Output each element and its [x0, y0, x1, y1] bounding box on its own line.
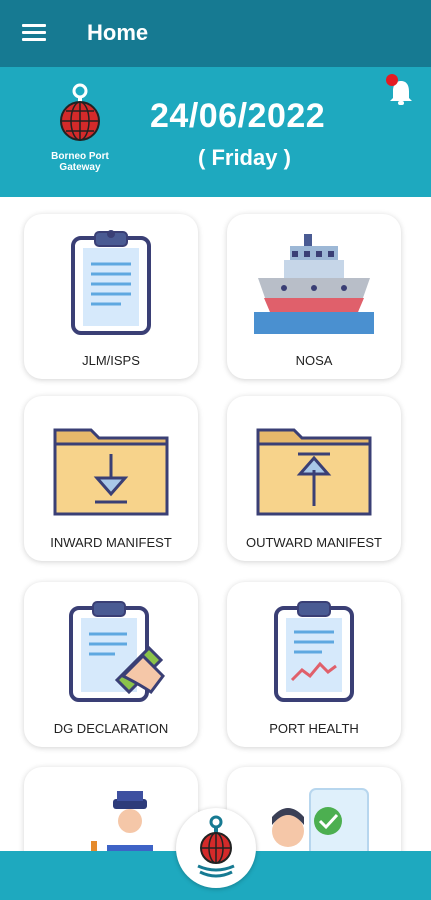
- tile-outward-manifest[interactable]: OUTWARD MANIFEST: [227, 396, 401, 561]
- approval-checklist-icon: [272, 788, 369, 851]
- page-title: Home: [87, 20, 149, 45]
- globe-anchor-icon: [60, 83, 100, 141]
- app-bar: Home: [0, 0, 431, 67]
- notification-button[interactable]: [386, 72, 416, 108]
- current-date: 24/06/2022: [150, 97, 326, 135]
- home-logo-button[interactable]: [176, 808, 256, 888]
- tile-jlm-isps[interactable]: JLM/ISPS: [24, 214, 198, 379]
- header-banner: Borneo Port Gateway 24/06/2022 ( Friday …: [0, 67, 431, 197]
- tile-officer[interactable]: [24, 767, 198, 851]
- tile-port-health[interactable]: PORT HEALTH: [227, 582, 401, 747]
- logo-text-line2: Gateway: [59, 162, 101, 173]
- tile-label: DG DECLARATION: [53, 721, 169, 736]
- folder-download-icon: [53, 428, 169, 516]
- logo-text-line1: Borneo Port: [51, 151, 109, 162]
- clipboard-edit-icon: [69, 601, 165, 702]
- folder-upload-icon: [256, 428, 372, 516]
- bell-icon: [386, 74, 412, 105]
- port-logo: Borneo Port Gateway: [40, 81, 120, 181]
- tile-nosa[interactable]: NOSA: [227, 214, 401, 379]
- hamburger-menu-icon[interactable]: [22, 24, 46, 42]
- tile-label: INWARD MANIFEST: [50, 535, 172, 550]
- ship-icon: [254, 234, 374, 334]
- menu-grid: JLM/ISPS NOSA INWARD MANIFEST OUTWARD MA…: [0, 197, 431, 851]
- tile-label: PORT HEALTH: [269, 721, 359, 736]
- tile-label: OUTWARD MANIFEST: [245, 535, 382, 550]
- clipboard-chart-icon: [274, 601, 354, 702]
- clipboard-icon: [71, 230, 151, 335]
- officer-icon: [91, 791, 153, 851]
- tile-inward-manifest[interactable]: INWARD MANIFEST: [24, 396, 198, 561]
- logo-caption: Borneo Port Gateway: [40, 151, 120, 173]
- port-logo-icon: [197, 815, 235, 878]
- current-day: ( Friday ): [198, 145, 291, 170]
- tile-label: NOSA: [295, 353, 333, 368]
- tile-label: JLM/ISPS: [82, 353, 140, 368]
- tile-dg-declaration[interactable]: DG DECLARATION: [24, 582, 198, 747]
